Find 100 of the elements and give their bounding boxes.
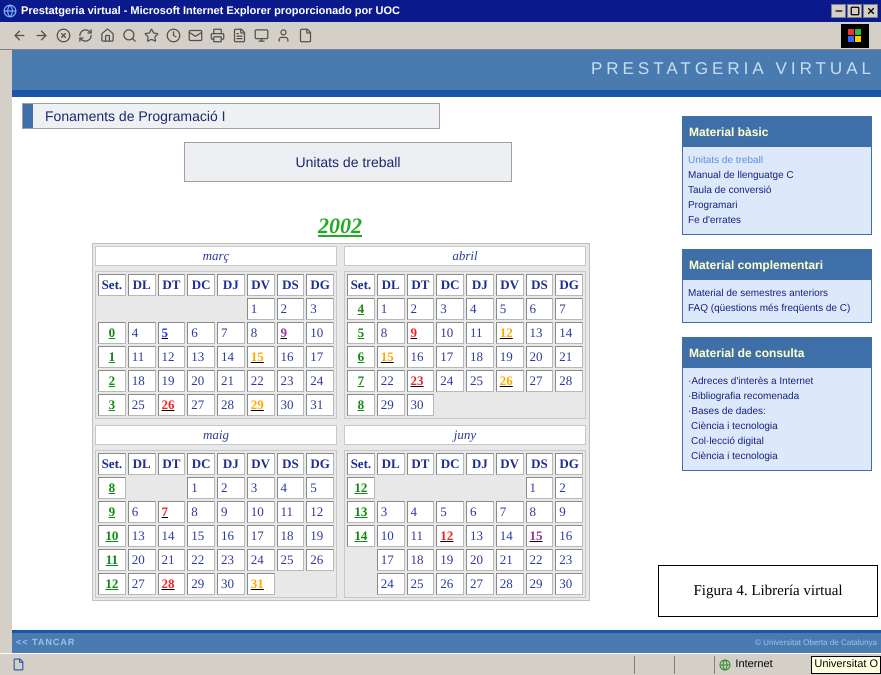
sidebar-link[interactable]: Manual de llenguatge C bbox=[688, 168, 866, 183]
sidebar-link[interactable]: ·Bibliografia recomenada bbox=[688, 389, 866, 404]
week-link[interactable]: 8 bbox=[98, 477, 126, 499]
day-cell: 12 bbox=[306, 501, 334, 523]
day-cell: 10 bbox=[246, 501, 274, 523]
week-link[interactable]: 11 bbox=[98, 549, 126, 571]
day-cell: 17 bbox=[306, 346, 334, 368]
day-cell: 21 bbox=[158, 549, 186, 571]
day-cell: 13 bbox=[187, 346, 215, 368]
person-icon[interactable] bbox=[276, 28, 291, 43]
day-cell: 1 bbox=[526, 477, 554, 499]
back-icon[interactable] bbox=[12, 28, 27, 43]
sidebar-link[interactable]: Fe d'errates bbox=[688, 213, 866, 228]
column-header: DJ bbox=[466, 274, 494, 296]
section-button[interactable]: Unitats de treball bbox=[184, 142, 512, 182]
day-cell: 27 bbox=[526, 370, 554, 392]
day-cell: 11 bbox=[128, 346, 156, 368]
day-link[interactable]: 23 bbox=[406, 370, 434, 392]
sidebar-link[interactable]: Taula de conversió bbox=[688, 183, 866, 198]
file-icon[interactable] bbox=[298, 28, 313, 43]
day-link[interactable]: 15 bbox=[526, 525, 554, 547]
sidebar-link[interactable]: ·Bases de dades: bbox=[688, 404, 866, 419]
day-cell: 15 bbox=[187, 525, 215, 547]
day-cell: 8 bbox=[376, 322, 404, 344]
day-cell: 20 bbox=[128, 549, 156, 571]
windows-logo-icon bbox=[841, 24, 869, 48]
sidebar-link[interactable]: Programari bbox=[688, 198, 866, 213]
day-cell: 24 bbox=[306, 370, 334, 392]
day-cell: 25 bbox=[128, 394, 156, 416]
document-icon[interactable] bbox=[232, 28, 247, 43]
refresh-icon[interactable] bbox=[78, 28, 93, 43]
day-cell: 30 bbox=[555, 573, 583, 595]
day-cell: 8 bbox=[526, 501, 554, 523]
day-link[interactable]: 9 bbox=[406, 322, 434, 344]
day-cell: 19 bbox=[158, 370, 186, 392]
close-link[interactable]: << TANCAR bbox=[16, 636, 76, 650]
day-cell: 14 bbox=[496, 525, 524, 547]
home-icon[interactable] bbox=[100, 28, 115, 43]
star-icon[interactable] bbox=[144, 28, 159, 43]
day-cell: 6 bbox=[526, 298, 554, 320]
stop-icon[interactable] bbox=[56, 28, 71, 43]
week-link[interactable]: 0 bbox=[98, 322, 126, 344]
week-link[interactable]: 2 bbox=[98, 370, 126, 392]
week-link[interactable]: 12 bbox=[98, 573, 126, 595]
sidebar-link[interactable]: Material de semestres anteriors bbox=[688, 286, 866, 301]
figure-caption: Figura 4. Librería virtual bbox=[658, 565, 878, 617]
column-header: DG bbox=[306, 453, 334, 475]
week-link[interactable]: 3 bbox=[98, 394, 126, 416]
day-cell: 20 bbox=[526, 346, 554, 368]
day-link[interactable]: 7 bbox=[158, 501, 186, 523]
day-cell: 9 bbox=[217, 501, 245, 523]
week-link[interactable]: 9 bbox=[98, 501, 126, 523]
week-link[interactable]: 10 bbox=[98, 525, 126, 547]
sidebar-link[interactable]: Unitats de treball bbox=[688, 153, 866, 168]
week-link[interactable]: 13 bbox=[347, 501, 375, 523]
day-cell: 24 bbox=[436, 370, 464, 392]
column-header: DL bbox=[376, 453, 404, 475]
printer-icon[interactable] bbox=[210, 28, 225, 43]
column-header: DC bbox=[436, 274, 464, 296]
day-cell: 8 bbox=[246, 322, 274, 344]
day-cell: 25 bbox=[466, 370, 494, 392]
day-cell: 2 bbox=[276, 298, 304, 320]
monitor-icon[interactable] bbox=[254, 28, 269, 43]
accent-bar bbox=[23, 104, 33, 128]
sidebar-link[interactable]: ·Adreces d'interès a Internet bbox=[688, 374, 866, 389]
week-link[interactable]: 14 bbox=[347, 525, 375, 547]
week-link[interactable]: 12 bbox=[347, 477, 375, 499]
day-cell: 22 bbox=[246, 370, 274, 392]
column-header: DV bbox=[246, 453, 274, 475]
week-link[interactable]: 6 bbox=[347, 346, 375, 368]
week-link[interactable]: 1 bbox=[98, 346, 126, 368]
day-link[interactable]: 28 bbox=[158, 573, 186, 595]
clock-icon[interactable] bbox=[166, 28, 181, 43]
mail-icon[interactable] bbox=[188, 28, 203, 43]
day-link[interactable]: 12 bbox=[436, 525, 464, 547]
sidebar-link[interactable]: Ciència i tecnologia bbox=[688, 449, 866, 464]
day-cell: 26 bbox=[436, 573, 464, 595]
day-link[interactable]: 26 bbox=[158, 394, 186, 416]
minimize-button[interactable] bbox=[831, 4, 846, 18]
day-cell: 2 bbox=[406, 298, 434, 320]
sidebar-link[interactable]: FAQ (qüestions més freqüents de C) bbox=[688, 301, 866, 316]
course-title: Fonaments de Programació I bbox=[45, 106, 226, 126]
day-cell: 13 bbox=[466, 525, 494, 547]
sidebar-link[interactable]: Col·lecció digital bbox=[688, 434, 866, 449]
maximize-button[interactable] bbox=[847, 4, 862, 18]
forward-icon[interactable] bbox=[34, 28, 49, 43]
day-cell: 4 bbox=[406, 501, 434, 523]
day-cell: 10 bbox=[436, 322, 464, 344]
column-header: Set. bbox=[347, 453, 375, 475]
column-header: DT bbox=[158, 453, 186, 475]
sidebar-link[interactable]: Ciència i tecnologia bbox=[688, 419, 866, 434]
day-cell: 4 bbox=[276, 477, 304, 499]
close-button[interactable] bbox=[863, 4, 878, 18]
week-link[interactable]: 7 bbox=[347, 370, 375, 392]
week-link[interactable]: 5 bbox=[347, 322, 375, 344]
day-link[interactable]: 9 bbox=[276, 322, 304, 344]
day-link[interactable]: 5 bbox=[158, 322, 186, 344]
week-link[interactable]: 4 bbox=[347, 298, 375, 320]
week-link[interactable]: 8 bbox=[347, 394, 375, 416]
search-icon[interactable] bbox=[122, 28, 137, 43]
